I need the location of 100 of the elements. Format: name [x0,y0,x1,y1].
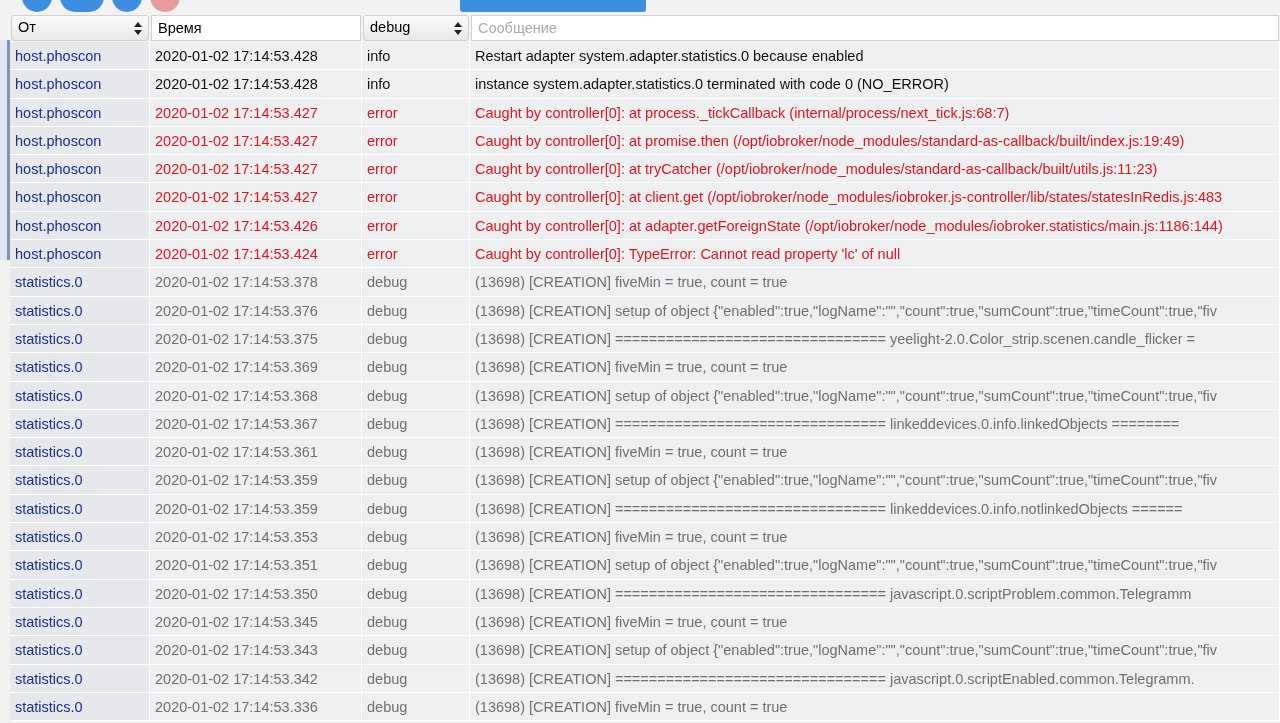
severity-cell: info [362,42,470,71]
time-cell: 2020-01-02 17:14:53.428 [150,42,362,71]
severity-cell: debug [362,494,470,524]
severity-cell: debug [362,692,470,722]
severity-cell: debug [362,523,470,552]
source-cell: host.phoscon [10,155,150,184]
time-cell: 2020-01-02 17:14:53.359 [150,466,362,495]
message-cell: (13698) [CREATION] ================================ javascript.0.scriptProblem.common.Telegramm [470,579,1280,608]
severity-cell: debug [362,268,470,297]
time-cell: 2020-01-02 17:14:53.336 [150,692,362,722]
severity-cell: info [362,70,470,99]
time-cell: 2020-01-02 17:14:53.426 [150,211,362,241]
source-cell: host.phoscon [10,211,150,241]
message-cell: (13698) [CREATION] ================================ javascript.0.scriptEnabled.common.Telegramm. [470,664,1280,693]
severity-cell: debug [362,324,470,354]
severity-cell: debug [362,466,470,495]
source-cell: statistics.0 [10,664,150,693]
time-cell: 2020-01-02 17:14:53.342 [150,664,362,693]
severity-cell: debug [362,607,470,637]
message-cell: instance system.adapter.statistics.0 terminated with code 0 (NO_ERROR) [470,70,1280,99]
time-cell: 2020-01-02 17:14:53.378 [150,268,362,297]
message-cell: (13698) [CREATION] fiveMin = true, count = true [470,268,1280,297]
time-cell: 2020-01-02 17:14:53.427 [150,126,362,156]
time-filter[interactable]: Время [151,15,361,41]
time-cell: 2020-01-02 17:14:53.351 [150,551,362,580]
message-cell: Caught by controller[0]: at client.get (/opt/iobroker/node_modules/iobroker.js-controller/lib/states/statesInRedis.js:483 [470,183,1280,212]
message-cell: (13698) [CREATION] setup of object {"enabled":true,"logName":"","count":true,"sumCount":true,"timeCount":true,"fiv [470,636,1280,665]
severity-cell: debug [362,636,470,665]
message-cell: (13698) [CREATION] setup of object {"enabled":true,"logName":"","count":true,"sumCount":true,"timeCount":true,"fiv [470,466,1280,495]
source-cell: statistics.0 [10,438,150,467]
message-cell: (13698) [CREATION] ================================ linkeddevices.0.info.linkedObjects ======== [470,409,1280,439]
severity-cell: debug [362,579,470,608]
source-cell: host.phoscon [10,183,150,212]
source-cell: statistics.0 [10,353,150,382]
message-cell: (13698) [CREATION] fiveMin = true, count = true [470,438,1280,467]
severity-cell: debug [362,353,470,382]
source-cell: statistics.0 [10,579,150,608]
message-cell: (13698) [CREATION] fiveMin = true, count = true [470,523,1280,552]
message-cell: (13698) [CREATION] fiveMin = true, count = true [470,353,1280,382]
message-cell: Caught by controller[0]: at promise.then (/opt/iobroker/node_modules/standard-as-callback/built/index.js:19:49) [470,126,1280,156]
sort-arrows-icon [134,21,142,35]
severity-cell: error [362,240,470,269]
message-cell: (13698) [CREATION] fiveMin = true, count = true [470,692,1280,722]
source-cell: statistics.0 [10,607,150,637]
source-cell: statistics.0 [10,551,150,580]
source-cell: host.phoscon [10,70,150,99]
source-cell: statistics.0 [10,466,150,495]
time-cell: 2020-01-02 17:14:53.368 [150,381,362,410]
source-cell: statistics.0 [10,494,150,524]
sort-arrows-icon [454,21,462,35]
message-cell: Caught by controller[0]: at process._tickCallback (internal/process/next_tick.js:68:7) [470,98,1280,127]
time-cell: 2020-01-02 17:14:53.424 [150,240,362,269]
source-cell: statistics.0 [10,296,150,325]
severity-filter[interactable]: debug [363,15,469,41]
source-cell: statistics.0 [10,636,150,665]
message-filter[interactable]: Сообщение [471,15,1279,41]
time-cell: 2020-01-02 17:14:53.361 [150,438,362,467]
severity-cell: debug [362,381,470,410]
severity-cell: error [362,183,470,212]
source-filter[interactable]: От [11,15,149,41]
time-cell: 2020-01-02 17:14:53.369 [150,353,362,382]
message-cell: (13698) [CREATION] ================================ linkeddevices.0.info.notlinkedObjects ====== [470,494,1280,524]
severity-cell: error [362,155,470,184]
message-cell: Caught by controller[0]: at tryCatcher (/opt/iobroker/node_modules/standard-as-callback/built/utils.js:11:23) [470,155,1280,184]
time-cell: 2020-01-02 17:14:53.350 [150,579,362,608]
source-cell: host.phoscon [10,126,150,156]
time-cell: 2020-01-02 17:14:53.353 [150,523,362,552]
message-cell: Caught by controller[0]: TypeError: Cannot read property 'lc' of null [470,240,1280,269]
message-cell: (13698) [CREATION] setup of object {"enabled":true,"logName":"","count":true,"sumCount":true,"timeCount":true,"fiv [470,381,1280,410]
severity-cell: debug [362,296,470,325]
source-cell: statistics.0 [10,409,150,439]
message-cell: (13698) [CREATION] fiveMin = true, count = true [470,607,1280,637]
severity-cell: debug [362,409,470,439]
message-cell: Restart adapter system.adapter.statistics.0 because enabled [470,42,1280,71]
time-cell: 2020-01-02 17:14:53.345 [150,607,362,637]
time-cell: 2020-01-02 17:14:53.376 [150,296,362,325]
time-cell: 2020-01-02 17:14:53.375 [150,324,362,354]
time-cell: 2020-01-02 17:14:53.359 [150,494,362,524]
time-cell: 2020-01-02 17:14:53.427 [150,183,362,212]
source-cell: host.phoscon [10,42,150,71]
time-cell: 2020-01-02 17:14:53.427 [150,155,362,184]
time-cell: 2020-01-02 17:14:53.343 [150,636,362,665]
message-cell: (13698) [CREATION] setup of object {"enabled":true,"logName":"","count":true,"sumCount":true,"timeCount":true,"fiv [470,296,1280,325]
source-cell: statistics.0 [10,381,150,410]
time-cell: 2020-01-02 17:14:53.428 [150,70,362,99]
time-cell: 2020-01-02 17:14:53.427 [150,98,362,127]
source-cell: host.phoscon [10,240,150,269]
severity-cell: error [362,98,470,127]
severity-cell: error [362,211,470,241]
severity-cell: debug [362,664,470,693]
source-cell: statistics.0 [10,523,150,552]
message-cell: Caught by controller[0]: at adapter.getForeignState (/opt/iobroker/node_modules/iobroker.statistics/main.js:1186:144) [470,211,1280,241]
time-cell: 2020-01-02 17:14:53.367 [150,409,362,439]
severity-cell: debug [362,438,470,467]
message-cell: (13698) [CREATION] ================================ yeelight-2.0.Color_strip.scenen.candle_flicker = [470,324,1280,354]
message-cell: (13698) [CREATION] setup of object {"enabled":true,"logName":"","count":true,"sumCount":true,"timeCount":true,"fiv [470,551,1280,580]
source-cell: statistics.0 [10,692,150,722]
source-cell: host.phoscon [10,98,150,127]
source-cell: statistics.0 [10,324,150,354]
source-cell: statistics.0 [10,268,150,297]
